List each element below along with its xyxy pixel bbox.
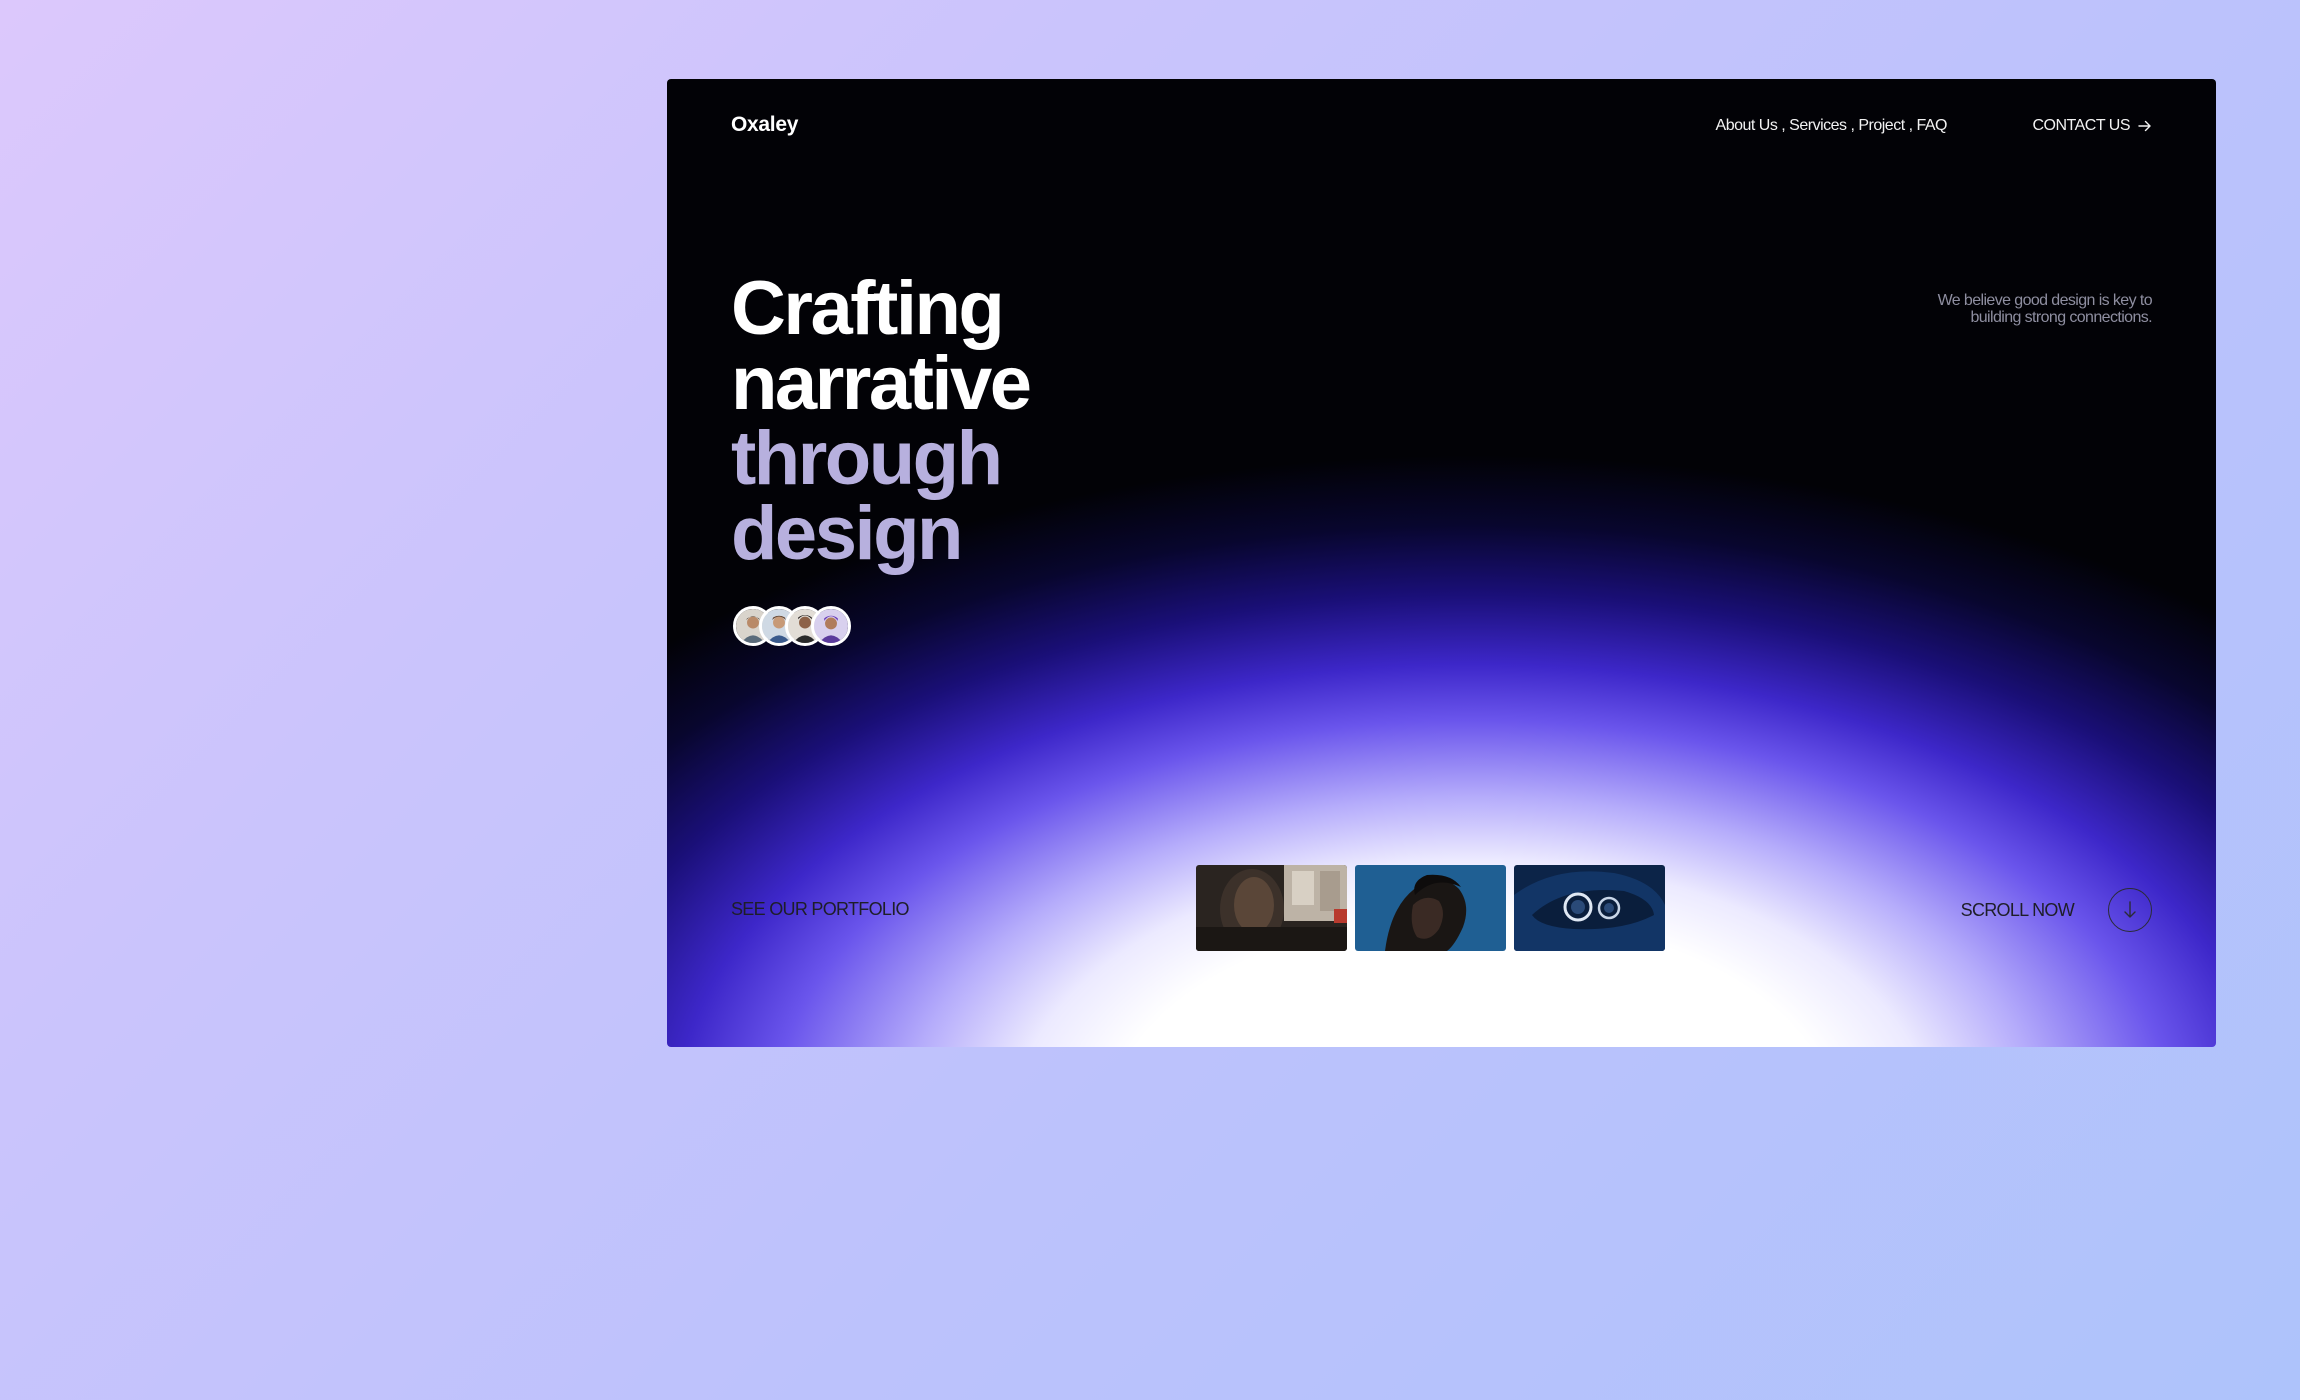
car-headlight-image [1514,865,1665,951]
avatar [811,606,851,646]
hero-line-2: narrative [731,341,1032,426]
hero-heading: Crafting narrative through design [731,266,1032,576]
scroll-now-label: SCROLL NOW [1960,899,2075,920]
portfolio-thumbnail-car-interior[interactable] [1196,865,1347,951]
portfolio-thumbnail-portrait[interactable] [1355,865,1506,951]
arrow-right-icon [2138,120,2151,132]
scroll-down-button[interactable] [2108,888,2152,932]
contact-us-link[interactable]: CONTACT US [2032,117,2152,135]
tagline: We believe good design is key to buildin… [1937,292,2153,326]
hero-line-1: Crafting [731,266,1005,351]
portfolio-thumbnails [1196,865,1665,951]
car-interior-image [1196,865,1347,951]
see-portfolio-link[interactable]: SEE OUR PORTFOLIO [731,899,910,920]
landing-page-frame: Oxaley About Us , Services , Project , F… [667,79,2216,1047]
portrait-image [1355,865,1506,951]
hero-line-3: through [731,416,1003,501]
scroll-now-control[interactable]: SCROLL NOW [1961,888,2152,932]
top-navigation: Oxaley About Us , Services , Project , F… [667,79,2216,175]
portfolio-thumbnail-car-headlight[interactable] [1514,865,1665,951]
hero-line-4: design [731,491,963,576]
person-avatar-icon [814,609,848,643]
nav-links[interactable]: About Us , Services , Project , FAQ [1716,117,1948,135]
brand-logo[interactable]: Oxaley [731,113,798,137]
arrow-down-icon [2124,901,2136,918]
contact-us-label: CONTACT US [2032,117,2130,134]
avatar-group [733,606,851,646]
